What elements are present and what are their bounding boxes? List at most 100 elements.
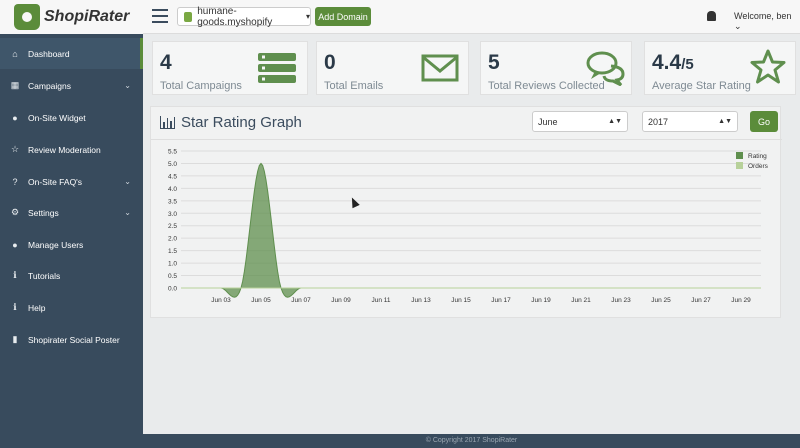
top-bar: ShopiRater humane-goods.myshopify ▾ Add … [0,0,800,34]
stat-card-rating: 4.4/5 Average Star Rating [644,41,796,95]
question-icon: ? [12,176,18,187]
info-icon: ℹ [13,302,17,312]
year-select[interactable]: 2017 ▲▼ [642,111,738,132]
stat-value: 4.4/5 [652,51,694,74]
app-name: ShopiRater [44,8,130,25]
sidebar-item-social-poster[interactable]: ▮ Shopirater Social Poster [0,324,143,355]
x-tick-label: Jun 29 [731,297,751,304]
y-tick-label: 5.0 [168,161,177,168]
user-menu[interactable]: Welcome, ben ⌄ [734,11,800,32]
chevron-down-icon: ⌄ [124,81,131,90]
year-value: 2017 [648,116,669,127]
domain-dropdown[interactable]: humane-goods.myshopify ▾ [177,6,311,28]
stat-value: 0 [324,51,336,74]
sidebar-item-label: Campaigns [28,80,71,91]
y-tick-label: 0.5 [168,273,177,280]
sidebar-item-label: Tutorials [28,270,61,281]
shopify-icon [184,11,193,22]
sidebar-item-campaigns[interactable]: ▦ Campaigns ⌄ [0,70,143,101]
legend-swatch [736,152,743,159]
y-tick-label: 5.5 [168,149,177,156]
gears-icon: ⚙ [10,207,20,217]
sidebar-item-on-site-widget[interactable]: ● On-Site Widget [0,102,143,133]
menu-toggle-icon[interactable] [152,9,168,23]
stat-value: 4 [160,51,172,74]
stat-label: Total Campaigns [160,80,242,92]
globe-icon: ● [12,112,18,123]
add-domain-button[interactable]: Add Domain [315,7,371,26]
chevron-down-icon: ⌄ [124,208,131,217]
table-icon: ▦ [10,80,20,90]
x-tick-label: Jun 19 [531,297,551,304]
graph-header: Star Rating Graph June ▲▼ 2017 ▲▼ Go [151,107,782,140]
y-tick-label: 2.0 [168,236,177,243]
users-icon: ● [12,239,18,250]
x-tick-label: Jun 21 [571,297,591,304]
caret-down-icon: ▾ [305,12,310,21]
select-arrows-icon: ▲▼ [608,118,622,125]
sidebar-item-help[interactable]: ℹ Help [0,292,143,323]
legend-swatch [736,162,743,169]
select-arrows-icon: ▲▼ [718,118,732,125]
envelope-icon [421,54,459,82]
stat-card-emails: 0 Total Emails [316,41,469,95]
home-icon: ⌂ [12,48,18,59]
bell-icon[interactable] [707,11,716,21]
graph-title: Star Rating Graph [181,114,302,131]
sidebar: ⌂ Dashboard ▦ Campaigns ⌄ ● On-Site Widg… [0,34,143,448]
server-icon [258,53,296,83]
bar-chart-icon [160,116,175,129]
comments-icon [586,51,625,86]
stat-card-campaigns: 4 Total Campaigns [152,41,308,95]
series-area-rating [181,162,761,298]
star-rating-graph-panel: Star Rating Graph June ▲▼ 2017 ▲▼ Go 0.0… [150,106,782,318]
x-tick-label: Jun 23 [611,297,631,304]
y-tick-label: 4.5 [168,173,177,180]
sidebar-item-review-moderation[interactable]: ☆ Review Moderation [0,134,143,165]
x-tick-label: Jun 09 [331,297,351,304]
x-tick-label: Jun 11 [371,297,390,304]
x-tick-label: Jun 17 [491,297,511,304]
footer: © Copyright 2017 ShopiRater [143,434,800,448]
star-outline-icon [750,49,786,84]
sidebar-item-label: Help [28,302,46,313]
y-tick-label: 2.5 [168,223,177,230]
chevron-down-icon: ⌄ [124,177,131,186]
stat-value: 5 [488,51,500,74]
y-tick-label: 4.0 [168,186,177,193]
y-tick-label: 3.0 [168,211,177,218]
sidebar-item-settings[interactable]: ⚙ Settings ⌄ [0,197,143,228]
x-tick-label: Jun 07 [291,297,311,304]
sidebar-item-label: Review Moderation [28,144,101,155]
sidebar-item-on-site-faqs[interactable]: ? On-Site FAQ's ⌄ [0,166,143,197]
sidebar-item-label: Settings [28,207,59,218]
go-button[interactable]: Go [750,111,778,132]
sidebar-item-label: Dashboard [28,48,70,59]
sidebar-item-label: On-Site Widget [28,112,86,123]
month-select[interactable]: June ▲▼ [532,111,628,132]
y-tick-label: 3.5 [168,198,177,205]
x-tick-label: Jun 13 [411,297,431,304]
file-icon: ▮ [12,334,18,344]
sidebar-item-dashboard[interactable]: ⌂ Dashboard [0,38,143,69]
sidebar-item-tutorials[interactable]: ℹ Tutorials [0,260,143,291]
legend-label: Orders [748,163,769,170]
sidebar-item-label: Shopirater Social Poster [28,334,120,345]
legend-label: Rating [748,153,767,160]
x-tick-label: Jun 27 [691,297,711,304]
x-tick-label: Jun 25 [651,297,671,304]
stat-card-reviews: 5 Total Reviews Collected [480,41,632,95]
y-tick-label: 0.0 [168,286,177,293]
star-icon: ☆ [10,144,20,154]
app-logo[interactable]: ShopiRater [0,0,143,34]
info-icon: ℹ [13,270,17,280]
sidebar-item-label: On-Site FAQ's [28,176,83,187]
month-value: June [538,116,558,127]
x-tick-label: Jun 15 [451,297,471,304]
stat-label: Total Emails [324,80,384,92]
rating-chart: 0.0 0.5 1.0 1.5 2.0 2.5 3.0 3.5 4.0 4.5 5.0 5.5 Jun … [168,149,769,305]
y-tick-label: 1.0 [168,261,177,268]
y-tick-label: 1.5 [168,248,177,255]
sidebar-item-label: Manage Users [28,239,84,250]
sidebar-item-manage-users[interactable]: ● Manage Users [0,229,143,260]
